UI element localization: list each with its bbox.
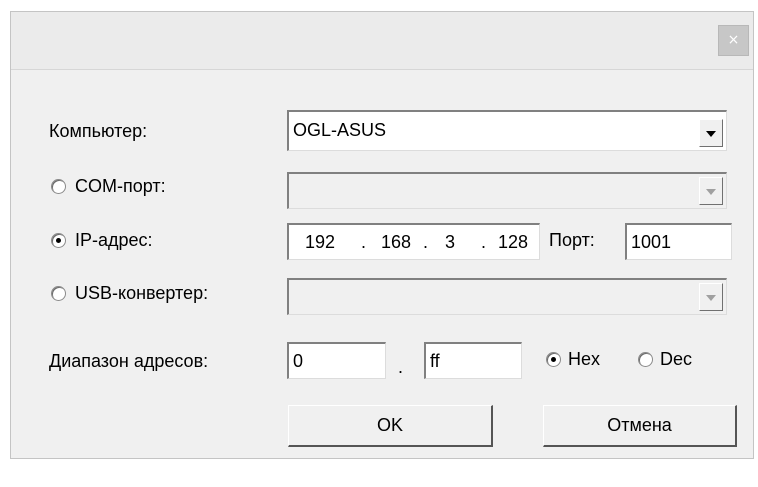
range-to-input[interactable]: ff <box>424 342 522 379</box>
usb-dropdown-button[interactable] <box>699 283 723 311</box>
chevron-down-icon <box>706 295 716 301</box>
port-label: Порт: <box>549 230 595 250</box>
address-range-label: Диапазон адресов: <box>49 351 209 371</box>
ip-octet-3[interactable]: 3 <box>445 230 455 254</box>
usb-converter-label: USB-конвертер: <box>75 283 209 303</box>
ip-octet-1[interactable]: 192 <box>305 230 335 254</box>
ip-octet-2[interactable]: 168 <box>381 230 411 254</box>
computer-dropdown-button[interactable] <box>699 119 723 147</box>
close-button[interactable]: × <box>718 25 749 56</box>
ip-address-input[interactable]: 192 . 168 . 3 . 128 <box>287 223 540 260</box>
chevron-down-icon <box>706 131 716 137</box>
ip-address-label: IP-адрес: <box>75 230 153 250</box>
port-input[interactable]: 1001 <box>625 223 732 260</box>
usb-converter-select[interactable] <box>287 278 727 315</box>
com-port-select[interactable] <box>287 172 727 209</box>
computer-select[interactable]: OGL-ASUS <box>287 110 727 151</box>
com-port-label: COM-порт: <box>75 176 166 196</box>
ok-button[interactable]: OK <box>288 405 493 447</box>
computer-value: OGL-ASUS <box>293 120 387 140</box>
dec-radio[interactable] <box>638 352 653 367</box>
connection-dialog: × Компьютер: OGL-ASUS COM-порт: IP-адрес… <box>10 11 754 459</box>
radio-selected-dot <box>551 357 556 362</box>
chevron-down-icon <box>706 189 716 195</box>
range-separator: . <box>398 357 404 377</box>
dec-label: Dec <box>660 349 693 369</box>
ip-separator: . <box>423 232 429 252</box>
ip-separator: . <box>361 232 367 252</box>
computer-label: Компьютер: <box>49 121 148 141</box>
com-port-radio[interactable] <box>51 179 66 194</box>
cancel-button[interactable]: Отмена <box>543 405 737 447</box>
ip-separator: . <box>481 232 487 252</box>
hex-radio[interactable] <box>546 352 561 367</box>
ip-octet-4[interactable]: 128 <box>498 230 528 254</box>
range-from-input[interactable]: 0 <box>287 342 386 379</box>
radio-selected-dot <box>56 238 61 243</box>
title-bar: × <box>11 12 753 70</box>
ip-address-radio[interactable] <box>51 233 66 248</box>
hex-label: Hex <box>568 349 601 369</box>
usb-converter-radio[interactable] <box>51 286 66 301</box>
com-port-dropdown-button[interactable] <box>699 177 723 205</box>
